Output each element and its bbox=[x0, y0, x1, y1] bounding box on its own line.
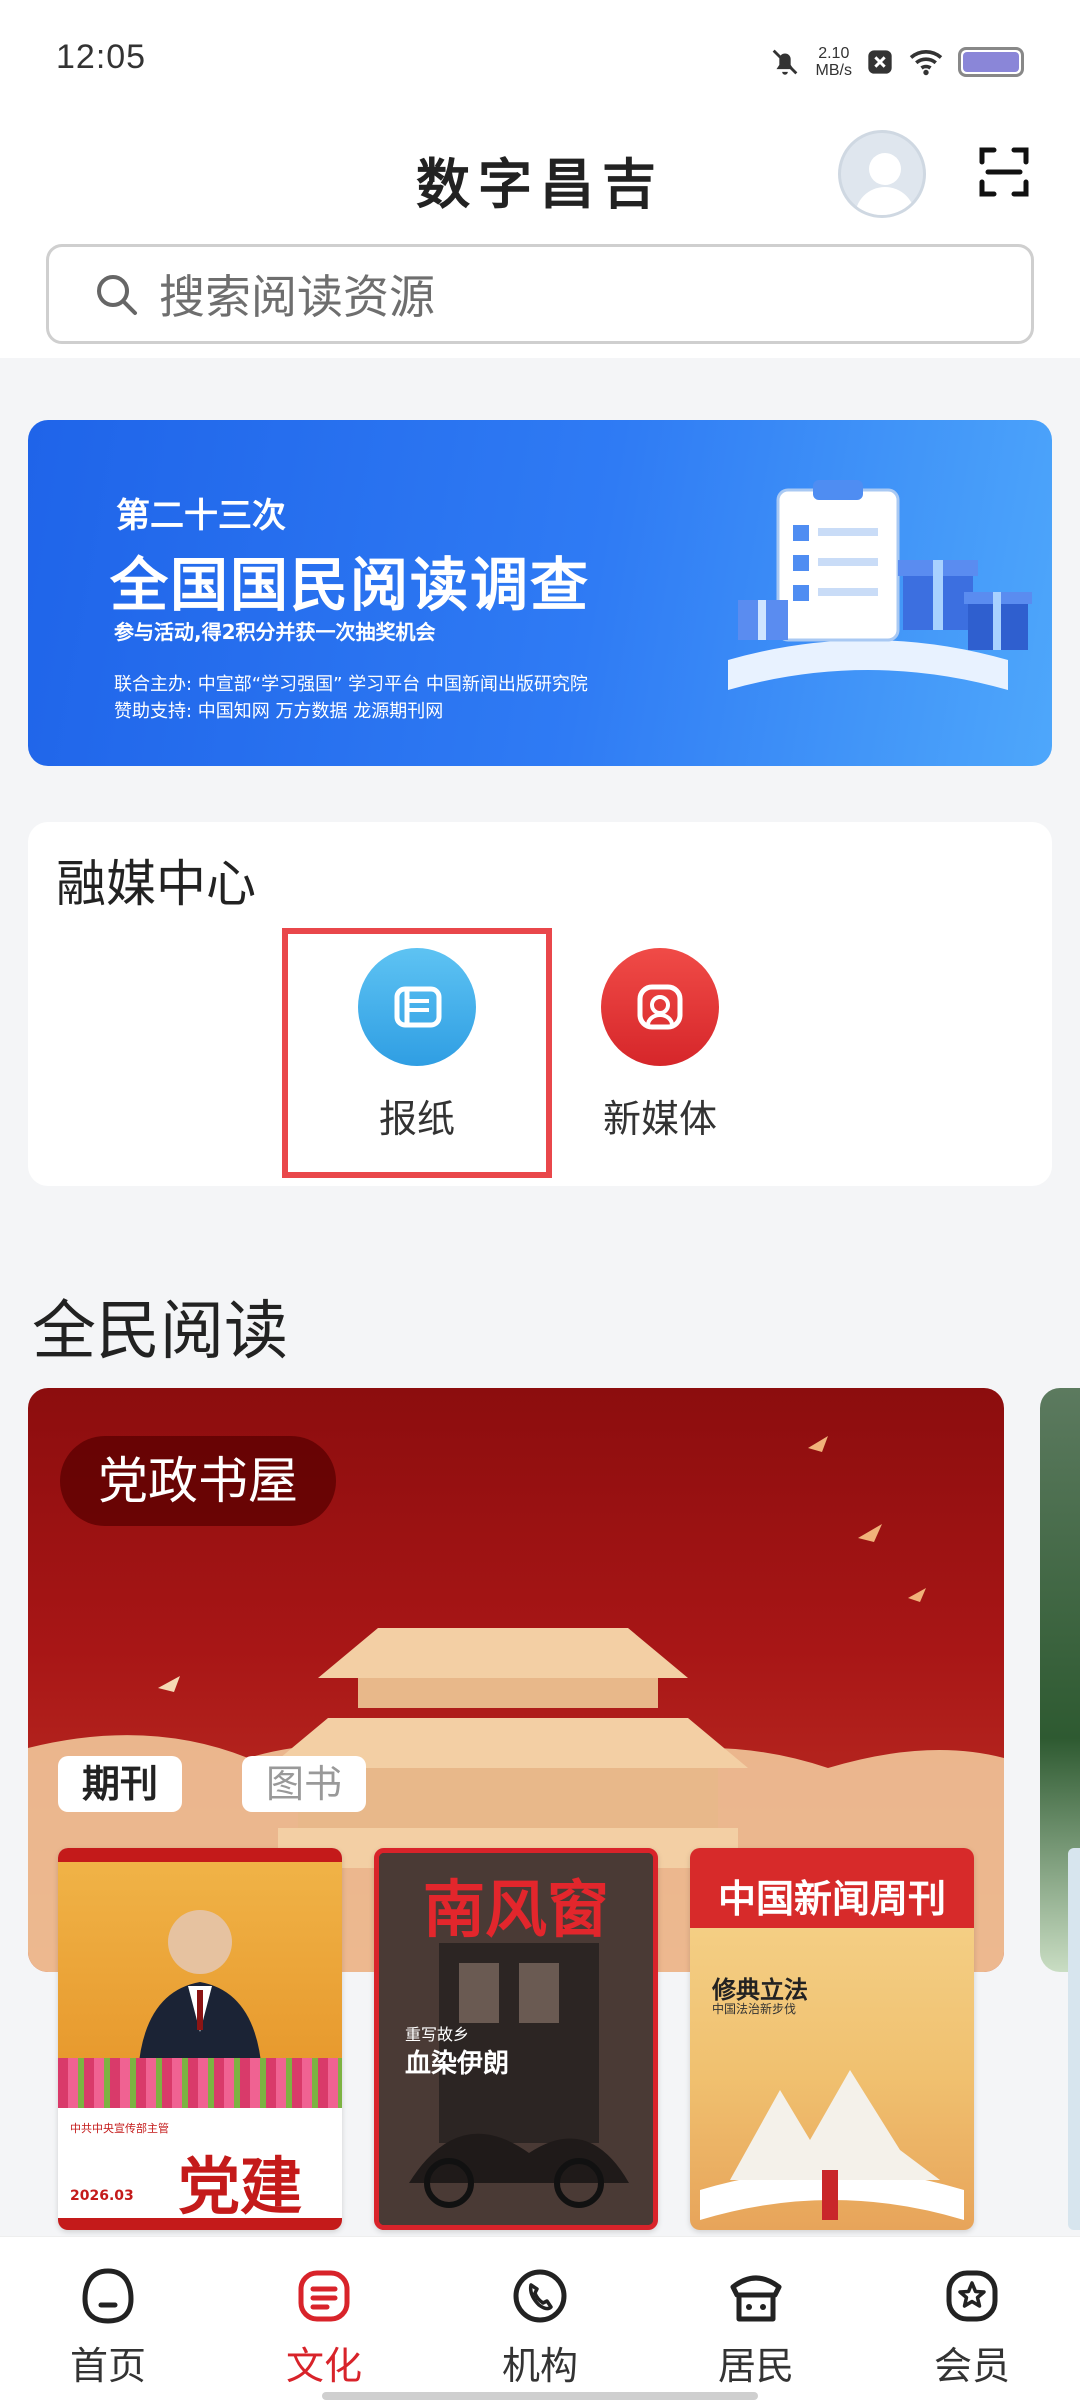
reading-survey-banner[interactable]: 第二十三次 全国国民阅读调查 参与活动,得2积分并获一次抽奖机会 联合主办: 中… bbox=[28, 420, 1052, 766]
highlight-box bbox=[282, 928, 552, 1178]
dangjian-title: 党建 bbox=[178, 2150, 303, 2223]
nanfengchuang-sub: 重写故乡 bbox=[405, 2025, 470, 2044]
media-center-title: 融媒中心 bbox=[56, 855, 256, 913]
wifi-icon bbox=[909, 50, 943, 76]
cover-portrait bbox=[138, 1910, 262, 2072]
magazine-dangjian[interactable]: 中共中央宣传部主管 党建 2026.03 bbox=[58, 1848, 342, 2230]
home-indicator[interactable] bbox=[322, 2392, 758, 2400]
media-icon bbox=[601, 948, 719, 1066]
resident-icon bbox=[730, 2275, 782, 2322]
banner-sponsors: 赞助支持: 中国知网 万方数据 龙源期刊网 bbox=[114, 701, 444, 722]
search-bar[interactable]: 搜索阅读资源 bbox=[46, 244, 1034, 344]
banner-subtitle: 参与活动,得2积分并获一次抽奖机会 bbox=[114, 620, 436, 644]
open-book-illustration bbox=[700, 2070, 964, 2220]
search-placeholder: 搜索阅读资源 bbox=[159, 270, 435, 324]
new-media-entry[interactable]: 新媒体 bbox=[560, 948, 760, 1143]
nav-culture[interactable]: 文化 bbox=[216, 2237, 432, 2408]
nanfengchuang-headline: 血染伊朗 bbox=[405, 2049, 510, 2079]
culture-icon bbox=[298, 2270, 350, 2322]
dangjian-top-text: 中共中央宣传部主管 bbox=[70, 2122, 169, 2135]
status-icons: 2.10 MB/s bbox=[768, 40, 1024, 84]
nav-culture-label: 文化 bbox=[285, 2344, 362, 2388]
nav-member-label: 会员 bbox=[933, 2344, 1010, 2388]
party-bookhouse-tag: 党政书屋 bbox=[60, 1436, 336, 1526]
nav-resident[interactable]: 居民 bbox=[648, 2237, 864, 2408]
member-star-icon bbox=[946, 2270, 998, 2322]
nanfengchuang-title: 南风窗 bbox=[422, 1873, 609, 1946]
reading-section-title: 全民阅读 bbox=[32, 1295, 288, 1369]
status-bar: 12:05 2.10 MB/s bbox=[0, 0, 1080, 120]
nav-institution-label: 机构 bbox=[501, 2344, 578, 2388]
home-icon bbox=[82, 2268, 134, 2324]
avatar[interactable] bbox=[838, 130, 926, 218]
scan-icon[interactable] bbox=[978, 146, 1030, 198]
nav-home-label: 首页 bbox=[69, 2344, 146, 2388]
new-media-label: 新媒体 bbox=[602, 1097, 717, 1141]
mute-bell-icon bbox=[772, 49, 797, 75]
nav-member[interactable]: 会员 bbox=[864, 2237, 1080, 2408]
dangjian-issue: 2026.03 bbox=[70, 2188, 134, 2204]
notification-x-icon bbox=[868, 50, 892, 74]
china-newsweek-title: 中国新闻周刊 bbox=[717, 1877, 946, 1921]
next-book-peek[interactable] bbox=[1068, 1848, 1080, 2230]
banner-line1: 第二十三次 bbox=[116, 496, 286, 536]
battery-icon bbox=[958, 47, 1024, 77]
banner-organizers: 联合主办: 中宣部“学习强国” 学习平台 中国新闻出版研究院 bbox=[114, 674, 588, 695]
nav-institution[interactable]: 机构 bbox=[432, 2237, 648, 2408]
status-time: 12:05 bbox=[56, 38, 147, 76]
bottom-nav: 首页 文化 机构 居民 会员 bbox=[0, 2236, 1080, 2408]
banner-title: 全国国民阅读调查 bbox=[110, 551, 591, 619]
china-newsweek-sub: 中国法治新步伐 bbox=[712, 2002, 797, 2016]
net-speed: 2.10 MB/s bbox=[816, 45, 852, 79]
survey-gift-illustration bbox=[728, 480, 1032, 690]
magazine-nanfengchuang[interactable]: 南风窗 重写故乡 血染伊朗 bbox=[374, 1848, 658, 2230]
tab-books[interactable]: 图书 bbox=[242, 1756, 367, 1812]
nav-home[interactable]: 首页 bbox=[0, 2237, 216, 2408]
tab-periodicals[interactable]: 期刊 bbox=[58, 1756, 183, 1812]
phone-icon bbox=[513, 2269, 567, 2323]
magazine-china-newsweek[interactable]: 中国新闻周刊 修典立法 中国法治新步伐 bbox=[690, 1848, 974, 2230]
net-speed-unit: MB/s bbox=[815, 62, 852, 79]
nav-resident-label: 居民 bbox=[717, 2344, 794, 2388]
search-icon bbox=[97, 275, 137, 315]
net-speed-value: 2.10 bbox=[818, 45, 850, 62]
header: 数字昌吉 搜索阅读资源 bbox=[0, 120, 1080, 358]
